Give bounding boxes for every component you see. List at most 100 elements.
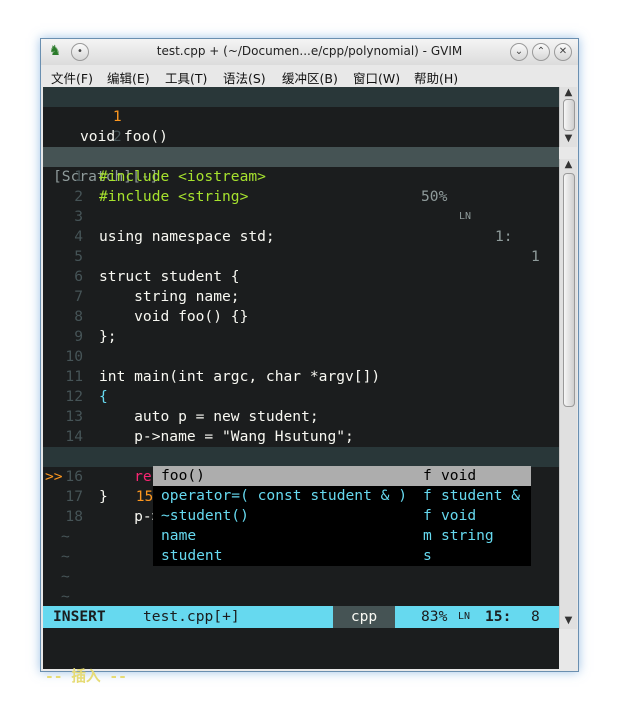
menu-buffers[interactable]: 缓冲区(B) [282, 68, 338, 87]
code-line[interactable]: 4 using namespace std; [43, 227, 559, 247]
completion-kind: s [423, 547, 432, 564]
code-line[interactable]: 14 p->name = "Wang Hsutung"; [43, 427, 559, 447]
completion-item[interactable]: name m string [153, 526, 531, 546]
code-text: auto p = new student; [99, 408, 319, 425]
maximize-icon[interactable]: ⌃ [532, 43, 550, 61]
menu-syntax[interactable]: 语法(S) [223, 68, 266, 87]
completion-word: name [161, 527, 197, 544]
line-number: 6 [74, 268, 83, 285]
code-text: struct student { [99, 268, 240, 285]
code-line[interactable]: 2 #include <string> [43, 187, 559, 207]
close-icon[interactable]: ✕ [554, 43, 572, 61]
top-pane-scrollbar[interactable]: ▲ ▼ [559, 87, 577, 147]
menu-tools[interactable]: 工具(T) [165, 68, 207, 87]
completion-item[interactable]: foo() f void [153, 466, 531, 486]
scroll-up-icon[interactable]: ▲ [560, 87, 577, 98]
line-number: 8 [74, 308, 83, 325]
tilde-marker: ~ [61, 528, 70, 545]
line-number: 3 [74, 208, 83, 225]
line-number: 17 [65, 488, 83, 505]
tilde-marker: ~ [61, 568, 70, 585]
file-name: test.cpp[+] [143, 608, 240, 625]
code-line[interactable]: 9}; [43, 327, 559, 347]
line-number-icon: LN [458, 611, 471, 622]
code-line[interactable]: 1 #include <iostream> [43, 167, 559, 187]
code-text: void foo() {} [99, 308, 249, 325]
completion-kind: f [423, 467, 432, 484]
completion-menu: student & [441, 487, 521, 504]
code-text: using namespace std; [99, 228, 275, 245]
scroll-down-icon[interactable]: ▼ [560, 615, 577, 626]
completion-item[interactable]: ~student() f void [153, 506, 531, 526]
empty-line: ~ [43, 127, 559, 165]
code-line[interactable]: 11 int main(int argc, char *argv[]) [43, 367, 559, 387]
tilde-marker: ~ [61, 588, 70, 605]
scroll-percent: 83% [421, 608, 448, 625]
main-pane-scrollbar[interactable]: ▲ ▼ [559, 159, 577, 629]
menu-dot-icon[interactable]: • [71, 43, 89, 61]
mode-indicator: INSERT [43, 606, 119, 628]
line-number: 4 [74, 228, 83, 245]
completion-kind: f [423, 507, 432, 524]
line-number: 13 [65, 408, 83, 425]
scroll-down-icon[interactable]: ▼ [560, 133, 577, 144]
line-number: 16 [65, 468, 83, 485]
code-text: p->name = "Wang Hsutung"; [99, 428, 354, 445]
code-line[interactable]: 5 [43, 247, 559, 267]
code-text: } [99, 488, 108, 505]
completion-word: operator=( const student & ) [161, 487, 408, 504]
completion-popup[interactable]: foo() f void operator=( const student & … [153, 466, 531, 566]
empty-line: ~ [43, 567, 559, 587]
completion-kind: f [423, 487, 432, 504]
separator-arrow-icon [119, 606, 131, 628]
line-number: 10 [65, 348, 83, 365]
gvim-window: ♞ test.cpp + (~/Documen...e/cpp/polynomi… [40, 38, 579, 685]
title-bar[interactable]: ♞ test.cpp + (~/Documen...e/cpp/polynomi… [41, 39, 578, 65]
menu-help[interactable]: 帮助(H) [414, 68, 458, 87]
code-text: string name; [99, 288, 240, 305]
menu-bar: 文件(F) 编辑(E) 工具(T) 语法(S) 缓冲区(B) 窗口(W) 帮助(… [41, 65, 578, 87]
airline-status-bar[interactable]: INSERT test.cpp[+] cpp 83% LN 15: 8 [43, 606, 559, 628]
tilde-marker: ~ [61, 548, 70, 565]
completion-menu: void [441, 467, 477, 484]
empty-line: ~ [43, 587, 559, 607]
code-line[interactable]: 7 string name; [43, 287, 559, 307]
menu-edit[interactable]: 编辑(E) [107, 68, 150, 87]
editor-area[interactable]: 1 void foo() 2 ~ I [Scratch][-] 50% LN 1… [43, 87, 559, 685]
menu-file[interactable]: 文件(F) [51, 68, 93, 87]
code-line[interactable]: 13 auto p = new student; [43, 407, 559, 427]
menu-window[interactable]: 窗口(W) [353, 68, 400, 87]
code-text: re [99, 468, 152, 485]
scroll-thumb[interactable] [563, 173, 575, 407]
scroll-thumb[interactable] [563, 99, 575, 131]
completion-menu: void [441, 507, 477, 524]
code-line[interactable]: 8 void foo() {} [43, 307, 559, 327]
line-number: 18 [65, 508, 83, 525]
command-line[interactable]: -- 插入 -- [43, 647, 559, 685]
scratch-line[interactable]: 2 [43, 107, 559, 145]
cursor-line: 15: [485, 608, 512, 625]
line-number: 9 [74, 328, 83, 345]
completion-item[interactable]: student s [153, 546, 531, 566]
window-title: test.cpp + (~/Documen...e/cpp/polynomial… [156, 44, 463, 58]
line-number: 1 [74, 168, 83, 185]
mode-message: -- 插入 -- [45, 668, 127, 685]
code-line[interactable]: 3 [43, 207, 559, 227]
completion-word: foo() [161, 467, 205, 484]
scratch-status-line[interactable]: [Scratch][-] 50% LN 1: 1 [43, 147, 559, 265]
current-code-line[interactable]: >> 15 p->foo [43, 447, 559, 525]
scroll-up-icon[interactable]: ▲ [560, 159, 577, 170]
line-number: 7 [74, 288, 83, 305]
line-number: 2 [74, 188, 83, 205]
completion-item[interactable]: operator=( const student & ) f student & [153, 486, 531, 506]
code-line[interactable]: 10 [43, 347, 559, 367]
cursor-col: 8 [531, 608, 540, 625]
minimize-icon[interactable]: ⌄ [510, 43, 528, 61]
code-text: { [99, 388, 108, 405]
code-text: #include <string> [99, 188, 249, 205]
code-text: #include <iostream> [99, 168, 266, 185]
line-number: 11 [65, 368, 83, 385]
code-line[interactable]: 12 { [43, 387, 559, 407]
code-line[interactable]: 6 struct student { [43, 267, 559, 287]
scratch-line[interactable]: 1 void foo() [43, 87, 559, 145]
